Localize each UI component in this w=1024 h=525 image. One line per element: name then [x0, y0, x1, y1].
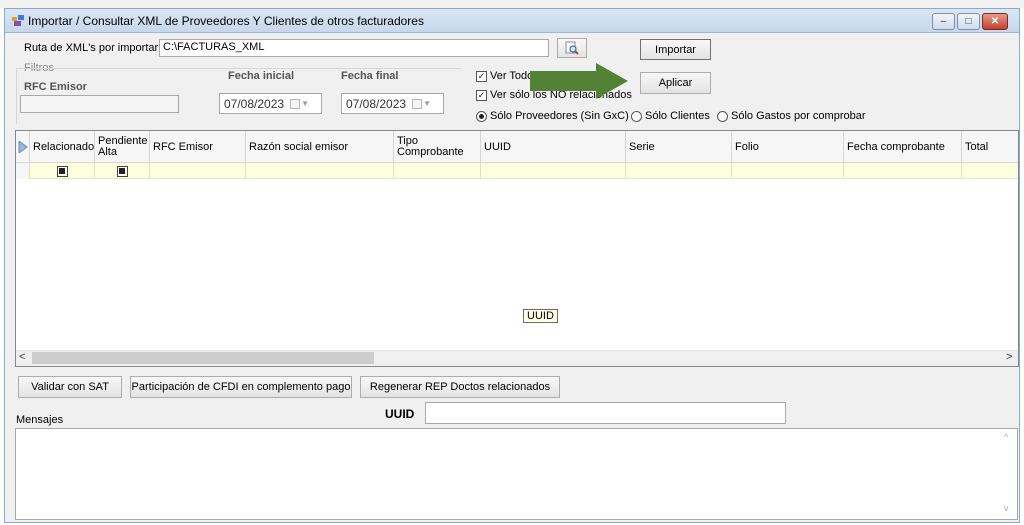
radio-solo-clientes[interactable]: Sólo Clientes	[631, 110, 710, 122]
app-icon	[12, 15, 24, 26]
dropdown-arrow-icon: ▼	[301, 99, 309, 108]
mensajes-label: Mensajes	[16, 414, 64, 426]
path-label: Ruta de XML's por importar	[24, 42, 159, 54]
uuid-tooltip: UUID	[523, 309, 558, 323]
scroll-right-icon[interactable]: >	[1006, 351, 1012, 363]
grid-cell[interactable]	[394, 163, 481, 179]
column-header[interactable]: Folio	[732, 131, 844, 163]
window-title: Importar / Consultar XML de Proveedores …	[28, 14, 424, 28]
scroll-up-icon[interactable]: ^	[1004, 432, 1008, 442]
grid-cell[interactable]	[150, 163, 246, 179]
grid-header: Relacionado Pendiente Alta RFC Emisor Ra…	[16, 131, 1018, 163]
grid-cell[interactable]	[962, 163, 1018, 179]
checkbox-indeterminate-icon	[116, 165, 128, 177]
relacionado-cell[interactable]	[30, 163, 95, 179]
column-header[interactable]: Serie	[626, 131, 732, 163]
grid-cell[interactable]	[732, 163, 844, 179]
dropdown-arrow-icon: ▼	[423, 99, 431, 108]
path-input[interactable]: C:\FACTURAS_XML	[159, 39, 549, 57]
close-button[interactable]: ✕	[982, 13, 1008, 30]
calendar-icon	[412, 98, 423, 109]
regenerar-rep-button[interactable]: Regenerar REP Doctos relacionados	[360, 376, 560, 398]
scrollbar-thumb[interactable]	[32, 352, 374, 364]
fecha-final-picker[interactable]: 07/08/2023 ▼	[341, 93, 444, 114]
mensajes-textarea[interactable]	[15, 428, 1018, 520]
validar-sat-button[interactable]: Validar con SAT	[18, 376, 122, 398]
minimize-icon: –	[940, 16, 947, 27]
column-header[interactable]: Fecha comprobante	[844, 131, 962, 163]
fecha-inicial-label: Fecha inicial	[228, 70, 295, 82]
calendar-icon	[290, 98, 301, 109]
browse-button[interactable]	[557, 38, 587, 58]
import-button[interactable]: Importar	[640, 39, 711, 60]
grid-cell[interactable]	[246, 163, 394, 179]
row-selector-icon	[18, 141, 28, 153]
column-header[interactable]: RFC Emisor	[150, 131, 246, 163]
checkbox-checked-icon: ✓	[476, 70, 487, 82]
participacion-cfdi-button[interactable]: Participación de CFDI en complemento pag…	[130, 376, 352, 398]
scroll-down-icon[interactable]: v	[1004, 503, 1009, 513]
radio-solo-proveedores[interactable]: Sólo Proveedores (Sin GxC)	[476, 110, 629, 122]
maximize-button[interactable]: □	[957, 13, 980, 30]
uuid-input[interactable]	[425, 402, 786, 424]
radio-label: Sólo Gastos por comprobar	[731, 110, 866, 122]
column-header[interactable]: UUID	[481, 131, 626, 163]
top-strip	[0, 0, 1024, 8]
checkbox-checked-icon: ✓	[476, 89, 487, 101]
radio-solo-gastos[interactable]: Sólo Gastos por comprobar	[717, 110, 866, 122]
row-header	[16, 163, 30, 179]
radio-empty-icon	[631, 110, 642, 122]
green-arrow-icon	[530, 63, 628, 99]
radio-label: Sólo Clientes	[645, 110, 710, 122]
grid-cell[interactable]	[626, 163, 732, 179]
uuid-label: UUID	[385, 407, 415, 421]
apply-button[interactable]: Aplicar	[640, 72, 711, 94]
checkbox-indeterminate-icon	[56, 165, 68, 177]
column-header[interactable]: Razón social emisor	[246, 131, 394, 163]
fecha-final-label: Fecha final	[341, 70, 399, 82]
vertical-scrollbar[interactable]: ^ v	[1001, 429, 1017, 519]
table-row[interactable]	[16, 163, 1018, 179]
grid-cell[interactable]	[844, 163, 962, 179]
minimize-button[interactable]: –	[932, 13, 955, 30]
pendiente-alta-cell[interactable]	[95, 163, 150, 179]
fecha-inicial-picker[interactable]: 07/08/2023 ▼	[219, 93, 322, 114]
grid-cell[interactable]	[481, 163, 626, 179]
column-header[interactable]: Pendiente Alta	[95, 131, 150, 163]
magnifier-icon	[565, 41, 579, 55]
radio-empty-icon	[717, 110, 728, 122]
fecha-final-value: 07/08/2023	[346, 96, 407, 111]
column-header[interactable]: Relacionado	[30, 131, 95, 163]
radio-label: Sólo Proveedores (Sin GxC)	[490, 110, 629, 122]
fecha-inicial-value: 07/08/2023	[224, 96, 285, 111]
close-icon: ✕	[990, 16, 1000, 27]
column-header[interactable]: Total	[962, 131, 1018, 163]
column-header[interactable]: Tipo Comprobante	[394, 131, 481, 163]
rfc-emisor-input[interactable]	[20, 95, 179, 113]
scroll-left-icon[interactable]: <	[19, 351, 25, 363]
rfc-emisor-label: RFC Emisor	[24, 81, 87, 93]
maximize-icon: □	[965, 16, 972, 27]
radio-selected-icon	[476, 110, 487, 122]
